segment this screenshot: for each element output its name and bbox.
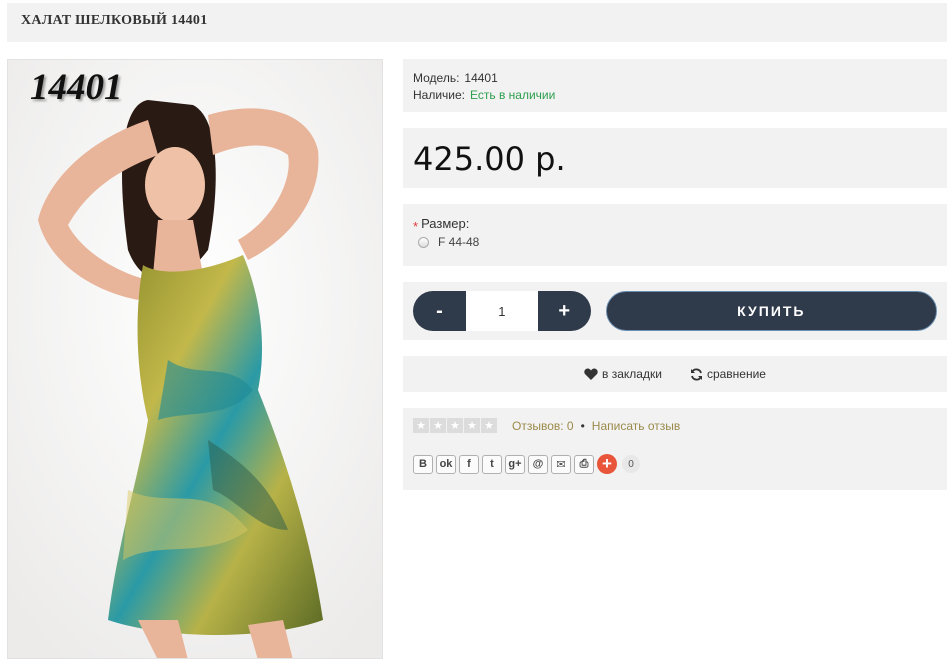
google-plus-icon[interactable]: g+ [505, 454, 525, 474]
product-price: 425.00 р. [413, 140, 566, 178]
print-icon[interactable]: ⎙ [574, 454, 594, 474]
vk-icon[interactable]: В [413, 454, 433, 474]
model-label: Модель: [413, 71, 460, 85]
size-label: Размер: [421, 216, 470, 231]
product-title-bar: ХАЛАТ ШЕЛКОВЫЙ 14401 [7, 3, 947, 42]
product-image[interactable]: 14401 [7, 59, 383, 659]
compare-label: сравнение [706, 367, 766, 381]
stock-value: Есть в наличии [470, 88, 556, 102]
wishlist-label: в закладки [602, 367, 662, 381]
mail-ru-icon[interactable]: @ [528, 454, 548, 474]
star-icon: ★ [464, 418, 480, 433]
rating-row: ★ ★ ★ ★ ★ Отзывов: 0 • Написать отзыв [413, 418, 937, 433]
size-option-text: F 44-48 [438, 235, 480, 249]
image-label: 14401 [30, 67, 123, 108]
stock-label: Наличие: [413, 88, 466, 102]
quantity-decrease-button[interactable]: - [413, 291, 466, 331]
share-buttons: В ok f t g+ @ ✉ ⎙ + 0 [413, 454, 937, 474]
star-icon: ★ [430, 418, 446, 433]
purchase-panel: - 1 + КУПИТЬ [403, 282, 947, 340]
star-icon: ★ [413, 418, 429, 433]
product-title: ХАЛАТ ШЕЛКОВЫЙ 14401 [21, 13, 208, 28]
twitter-icon[interactable]: t [482, 454, 502, 474]
dress-photo [8, 60, 382, 658]
write-review-link[interactable]: Написать отзыв [592, 419, 680, 433]
quantity-stepper: - 1 + [413, 291, 591, 331]
product-info-panel: Модель: 14401 Наличие: Есть в наличии [403, 59, 947, 112]
stock-row: Наличие: Есть в наличии [413, 87, 937, 104]
odnoklassniki-icon[interactable]: ok [436, 454, 456, 474]
star-icon: ★ [447, 418, 463, 433]
size-radio[interactable] [418, 236, 429, 248]
add-to-wishlist-link[interactable]: в закладки [584, 367, 662, 381]
rating-stars: ★ ★ ★ ★ ★ [413, 418, 498, 433]
options-panel: * Размер: F 44-48 [403, 204, 947, 266]
price-panel: 425.00 р. [403, 128, 947, 188]
model-row: Модель: 14401 [413, 70, 937, 87]
email-icon[interactable]: ✉ [551, 454, 571, 474]
heart-icon [584, 368, 598, 380]
quantity-input[interactable]: 1 [465, 291, 538, 331]
buy-button[interactable]: КУПИТЬ [605, 291, 937, 331]
add-to-compare-link[interactable]: сравнение [690, 367, 766, 381]
wishlist-compare-panel: в закладки сравнение [403, 356, 947, 392]
facebook-icon[interactable]: f [459, 454, 479, 474]
quantity-increase-button[interactable]: + [537, 291, 591, 331]
reviews-panel: ★ ★ ★ ★ ★ Отзывов: 0 • Написать отзыв В … [403, 408, 947, 490]
required-mark: * [413, 219, 419, 234]
separator: • [580, 418, 585, 433]
refresh-icon [690, 367, 702, 381]
size-option-label: * Размер: [413, 216, 937, 234]
size-option[interactable]: F 44-48 [413, 235, 937, 249]
share-count: 0 [622, 455, 640, 473]
reviews-count-link[interactable]: Отзывов: 0 [512, 419, 574, 433]
model-value: 14401 [464, 71, 498, 85]
share-more-icon[interactable]: + [597, 454, 617, 474]
star-icon: ★ [481, 418, 497, 433]
